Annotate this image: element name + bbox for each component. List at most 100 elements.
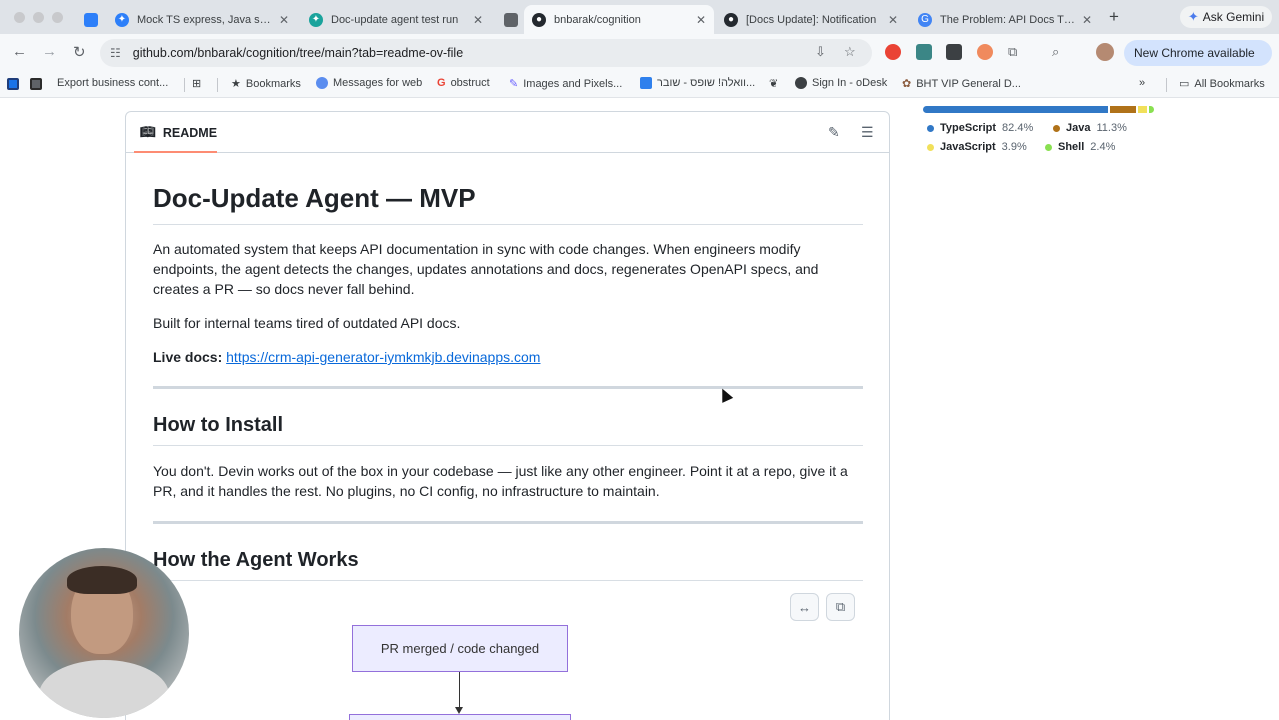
profile-avatar[interactable] <box>1096 43 1114 61</box>
more-bookmarks-chevron-icon[interactable]: » <box>1139 77 1145 89</box>
readme-title: Doc-Update Agent — MVP <box>153 181 863 225</box>
active-tab-underline <box>134 151 217 153</box>
bookmark-bookmarks[interactable]: ★ Bookmarks <box>231 77 301 91</box>
live-docs-label: Live docs: <box>153 349 223 365</box>
site-info-icon[interactable]: ☷ <box>110 46 121 60</box>
opera-extension-icon[interactable] <box>885 44 901 60</box>
bookmark-obstruct[interactable]: Gobstruct <box>437 77 490 89</box>
diagram-edge <box>459 672 460 710</box>
presenter-hair <box>67 566 137 594</box>
language-shell[interactable]: Shell 2.4% <box>1045 141 1115 153</box>
pinned-tab-favicon-icon <box>84 12 98 27</box>
presenter-shirt <box>39 660 169 718</box>
diagram-copy-button[interactable]: ⧉ <box>826 593 855 621</box>
google-icon: G <box>918 12 932 27</box>
language-color-dot <box>1053 124 1060 132</box>
expand-horizontal-icon: ↔ <box>798 599 811 615</box>
bht-icon: ✿ <box>902 78 912 90</box>
browser-toolbar: ← → ↻ ☷ github.com/bnbarak/cognition/tre… <box>0 34 1279 72</box>
bookmark-messages-for-web[interactable]: Messages for web <box>316 77 422 89</box>
all-bookmarks-button[interactable]: ▭ All Bookmarks <box>1179 77 1265 91</box>
tab-bnbarak-cognition[interactable]: ● bnbarak/cognition ✕ <box>524 5 714 34</box>
tab-favicon-icon: ✦ <box>115 12 129 27</box>
apps-grid-icon[interactable]: ⊞ <box>192 77 201 90</box>
bookmark-images-and-pixels[interactable]: ✎ Images and Pixels... <box>509 77 622 91</box>
tab-the-problem[interactable]: G The Problem: API Docs Tha ✕ <box>910 5 1100 34</box>
edit-pencil-icon[interactable]: ✎ <box>828 124 840 141</box>
tab-grouped[interactable] <box>496 5 522 34</box>
pinned-tab[interactable] <box>76 5 106 34</box>
language-color-dot <box>927 124 934 132</box>
tab-doc-update-test-run[interactable]: ✦ Doc-update agent test run ✕ <box>301 5 491 34</box>
address-bar[interactable]: ☷ github.com/bnbarak/cognition/tree/main… <box>100 39 872 67</box>
window-minimize-control[interactable] <box>33 12 44 23</box>
readme-tab[interactable]: 📖︎ README <box>140 125 217 140</box>
language-typescript[interactable]: TypeScript 82.4% <box>927 122 1033 134</box>
extensions-puzzle-icon[interactable]: ⧉ <box>1008 44 1017 60</box>
bookmark-odesk[interactable]: Sign In - oDesk <box>795 77 887 89</box>
tab-mock-ts-express[interactable]: ✦ Mock TS express, Java sprin ✕ <box>107 5 297 34</box>
live-docs-link[interactable]: https://crm-api-generator-iymkmkjb.devin… <box>226 349 540 365</box>
pixel-icon: ✎ <box>509 78 519 90</box>
star-icon: ★ <box>231 78 241 90</box>
window-zoom-control[interactable] <box>52 12 63 23</box>
tab-search-icon[interactable]: ⌕ <box>1052 44 1059 60</box>
app-icon <box>30 78 42 90</box>
github-icon: ● <box>724 12 738 27</box>
messages-icon <box>316 77 328 89</box>
tab-strip: ✦ Mock TS express, Java sprin ✕ ✦ Doc-up… <box>0 0 1279 34</box>
github-icon: ● <box>532 12 546 27</box>
tab-docs-update-notification[interactable]: ● [Docs Update]: Notification ✕ <box>716 5 906 34</box>
book-icon: 📖︎ <box>140 125 156 139</box>
bookmarks-bar: Export business cont... ⊞ ★ Bookmarks Mes… <box>0 72 1279 98</box>
outline-list-icon[interactable]: ☰ <box>861 124 874 141</box>
window-close-control[interactable] <box>14 12 25 23</box>
claude-extension-icon[interactable] <box>977 44 993 60</box>
tab-close-icon[interactable]: ✕ <box>888 13 898 27</box>
tab-favicon-icon <box>504 12 518 27</box>
tab-close-icon[interactable]: ✕ <box>473 13 483 27</box>
bookmark-bht-vip[interactable]: ✿ BHT VIP General D... <box>902 77 1021 91</box>
bookmark-separator <box>184 78 185 92</box>
diagram-arrowhead <box>455 707 463 714</box>
agent-heading: How the Agent Works <box>153 547 863 581</box>
bookmark-separator <box>217 78 218 92</box>
readme-panel: 📖︎ README ✎ ☰ Doc-Update Agent — MVP An … <box>125 111 890 720</box>
new-chrome-available-button[interactable]: New Chrome available <box>1124 40 1272 66</box>
language-bar <box>923 106 1154 113</box>
ask-gemini-button[interactable]: ✦ Ask Gemini <box>1180 6 1272 28</box>
extension-icon[interactable] <box>946 44 962 60</box>
install-app-icon[interactable]: ⇩ <box>815 44 826 60</box>
section-divider <box>153 521 863 524</box>
intro-paragraph: An automated system that keeps API docum… <box>153 241 819 297</box>
bookmark-icon-only[interactable]: ❦ <box>769 77 778 90</box>
language-bar-segment-shell <box>1148 106 1154 113</box>
forward-arrow-icon[interactable]: → <box>42 43 57 60</box>
odesk-icon <box>795 77 807 89</box>
bookmark-app-icon[interactable] <box>7 78 19 90</box>
readme-header: 📖︎ README ✎ ☰ <box>126 112 889 153</box>
folder-icon: ▭ <box>1179 78 1190 90</box>
tab-close-icon[interactable]: ✕ <box>696 13 706 27</box>
extension-icon[interactable] <box>916 44 932 60</box>
back-arrow-icon[interactable]: ← <box>12 43 27 60</box>
bookmark-export-business[interactable]: Export business cont... <box>57 77 168 89</box>
language-java[interactable]: Java 11.3% <box>1053 122 1127 134</box>
new-tab-button[interactable]: + <box>1109 7 1119 27</box>
built-for-paragraph: Built for internal teams tired of outdat… <box>153 315 461 331</box>
bookmark-walla-shops[interactable]: וואלה! שופס - שובר... <box>640 77 755 89</box>
tab-favicon-icon: ✦ <box>309 12 323 27</box>
language-bar-segment-typescript <box>923 106 1109 113</box>
bookmark-app-icon[interactable] <box>30 78 42 90</box>
install-paragraph: You don't. Devin works out of the box in… <box>153 463 848 499</box>
bookmark-star-icon[interactable]: ☆ <box>844 44 856 60</box>
reload-icon[interactable]: ↻ <box>73 43 86 61</box>
tab-close-icon[interactable]: ✕ <box>279 13 289 27</box>
bookmark-separator <box>1166 78 1167 92</box>
tab-close-icon[interactable]: ✕ <box>1082 13 1092 27</box>
language-color-dot <box>1045 143 1052 151</box>
diagram-expand-button[interactable]: ↔ <box>790 593 819 621</box>
diagram-node-next <box>349 714 571 720</box>
url-text[interactable]: github.com/bnbarak/cognition/tree/main?t… <box>133 46 463 60</box>
language-javascript[interactable]: JavaScript 3.9% <box>927 141 1027 153</box>
